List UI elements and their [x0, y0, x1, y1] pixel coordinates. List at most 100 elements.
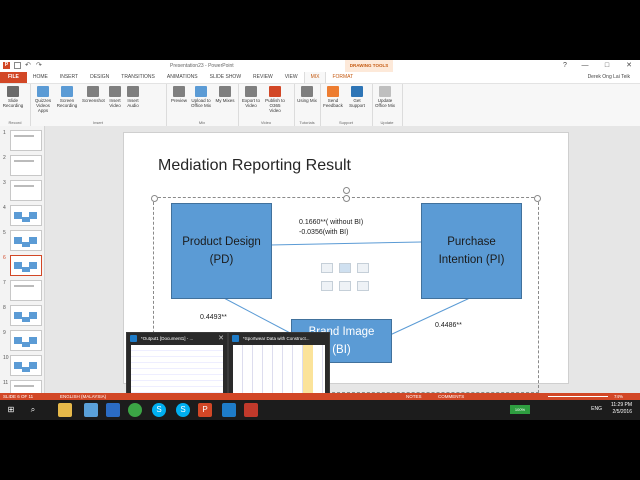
tab-file[interactable]: FILE — [0, 72, 27, 83]
slide-thumbnail[interactable]: 9 — [3, 330, 42, 352]
ribbon-button-label: Screenshot — [82, 98, 105, 103]
store-icon[interactable] — [84, 403, 98, 417]
upload-button[interactable]: Upload to Office Mix — [190, 86, 212, 108]
ribbon-group-label: Insert — [92, 120, 103, 125]
slide-thumbnail[interactable]: 3 — [3, 180, 42, 202]
slide-number: 6 — [3, 255, 6, 261]
slide-thumbnail[interactable]: 1 — [3, 130, 42, 152]
slide-preview — [10, 205, 42, 226]
close-icon[interactable]: ✕ — [218, 334, 224, 342]
product-design-box[interactable]: Product Design (PD) — [171, 203, 272, 299]
battery-indicator[interactable]: 100% — [510, 405, 530, 414]
video-icon[interactable] — [357, 281, 369, 291]
monitor-app-icon[interactable] — [106, 403, 120, 417]
skype-icon[interactable]: S — [152, 403, 166, 417]
smartart-icon[interactable] — [357, 263, 369, 273]
preview-button[interactable]: Preview — [168, 86, 190, 103]
undo-icon[interactable]: ↶ — [25, 62, 32, 69]
language-indicator[interactable]: ENGLISH (MALAYSIA) — [60, 393, 106, 400]
chrome-icon[interactable] — [128, 403, 142, 417]
comments-button[interactable]: COMMENTS — [438, 393, 464, 400]
pd-line2: (PD) — [209, 254, 234, 266]
zoom-level[interactable]: 74% — [614, 393, 623, 400]
resize-handle[interactable] — [534, 195, 541, 202]
mini-shape — [14, 262, 22, 269]
purchase-intention-box[interactable]: Purchase Intention (PI) — [421, 203, 522, 299]
clock[interactable]: 11:29 PM 2/5/2016 — [611, 402, 632, 416]
slide-thumbnail[interactable]: 4 — [3, 205, 42, 227]
rotate-handle-icon[interactable] — [343, 187, 350, 194]
resize-handle[interactable] — [151, 195, 158, 202]
windows-start-icon[interactable]: ⊞ — [4, 403, 18, 417]
my-mixes-button[interactable]: My Mixes — [214, 86, 236, 103]
close-button[interactable]: ✕ — [618, 60, 640, 72]
skype-business-icon[interactable]: S — [176, 403, 190, 417]
mini-shape — [29, 362, 37, 369]
slide-thumbnail[interactable]: 5 — [3, 230, 42, 252]
slide-thumbnail[interactable]: 8 — [3, 305, 42, 327]
status-bar: SLIDE 6 OF 11 ENGLISH (MALAYSIA) NOTES C… — [0, 393, 640, 400]
zoom-slider[interactable] — [548, 396, 608, 397]
tab-home[interactable]: HOME — [27, 72, 54, 83]
maximize-button[interactable]: □ — [596, 60, 618, 72]
search-icon[interactable]: ⌕ — [26, 403, 40, 417]
quiz-button[interactable]: Quizzes Videos Apps — [32, 86, 54, 113]
support-button[interactable]: Get Support — [346, 86, 368, 108]
file-explorer-icon[interactable] — [58, 403, 72, 417]
ribbon-tabs: FILE HOME INSERT DESIGN TRANSITIONS ANIM… — [0, 72, 640, 83]
tab-view[interactable]: VIEW — [279, 72, 304, 83]
slide-thumbnail[interactable]: 7 — [3, 280, 42, 302]
ribbon-group-support: Send Feedback Get Support Support — [320, 84, 373, 126]
user-account[interactable]: Derek Ong Lai Teik — [588, 72, 630, 83]
slide-preview — [10, 280, 42, 301]
taskbar-preview-data[interactable]: *Sportwear Data with Construct... — [228, 332, 330, 400]
insert-audio-button[interactable]: Insert Audio — [122, 86, 144, 108]
taskbar-preview-output[interactable]: *Output1 [Document1] - ... ✕ — [126, 332, 228, 400]
feedback-button[interactable]: Send Feedback — [322, 86, 344, 108]
input-language[interactable]: ENG — [591, 406, 602, 412]
upload-icon — [195, 86, 207, 97]
screen-recording-button[interactable]: Screen Recording — [56, 86, 78, 108]
tab-slide-show[interactable]: SLIDE SHOW — [204, 72, 247, 83]
slide-recording-icon — [7, 86, 19, 97]
powerpoint-taskbar-icon[interactable]: P — [198, 403, 212, 417]
help-button[interactable]: ? — [554, 60, 576, 72]
tab-insert[interactable]: INSERT — [54, 72, 84, 83]
save-icon[interactable] — [14, 62, 21, 69]
tab-review[interactable]: REVIEW — [247, 72, 279, 83]
redo-icon[interactable]: ↷ — [36, 62, 43, 69]
slide-recording-button[interactable]: Slide Recording — [2, 86, 24, 108]
ribbon-button-label: Slide Recording — [2, 98, 24, 108]
preview-icon — [173, 86, 185, 97]
tab-design[interactable]: DESIGN — [84, 72, 115, 83]
coefficient-pd-pi[interactable]: 0.1660**( without BI) -0.0356(with BI) — [299, 218, 363, 238]
screenshot-button[interactable]: Screenshot — [82, 86, 105, 103]
slide-thumbnail[interactable]: 2 — [3, 155, 42, 177]
screenshot-icon — [87, 86, 99, 97]
tab-transitions[interactable]: TRANSITIONS — [115, 72, 161, 83]
notes-button[interactable]: NOTES — [406, 393, 422, 400]
resize-handle[interactable] — [343, 195, 350, 202]
spss-taskbar-icon[interactable] — [222, 403, 236, 417]
spss-output-icon — [130, 335, 137, 342]
coefficient-bi-pi[interactable]: 0.4486** — [435, 321, 462, 331]
tab-format[interactable]: FORMAT — [326, 72, 359, 83]
tab-animations[interactable]: ANIMATIONS — [161, 72, 204, 83]
tab-mix[interactable]: MIX — [303, 72, 327, 83]
slide-thumbnail[interactable]: 6 — [3, 255, 42, 277]
chart-icon[interactable] — [339, 263, 351, 273]
table-icon[interactable] — [321, 263, 333, 273]
using-mix-button[interactable]: Using Mix — [296, 86, 318, 103]
mini-shape — [29, 312, 37, 319]
preview-title: *Output1 [Document1] - ... — [141, 336, 194, 341]
acrobat-icon[interactable] — [244, 403, 258, 417]
picture-icon[interactable] — [321, 281, 333, 291]
update-button[interactable]: Update Office Mix — [374, 86, 396, 108]
publish-button[interactable]: Publish to O365 Video — [264, 86, 286, 113]
export-video-button[interactable]: Export to Video — [240, 86, 262, 108]
online-picture-icon[interactable] — [339, 281, 351, 291]
ribbon-button-label: Quizzes Videos Apps — [34, 98, 52, 113]
coefficient-pd-bi[interactable]: 0.4493** — [200, 313, 227, 323]
slide-thumbnail[interactable]: 10 — [3, 355, 42, 377]
minimize-button[interactable]: — — [574, 60, 596, 72]
